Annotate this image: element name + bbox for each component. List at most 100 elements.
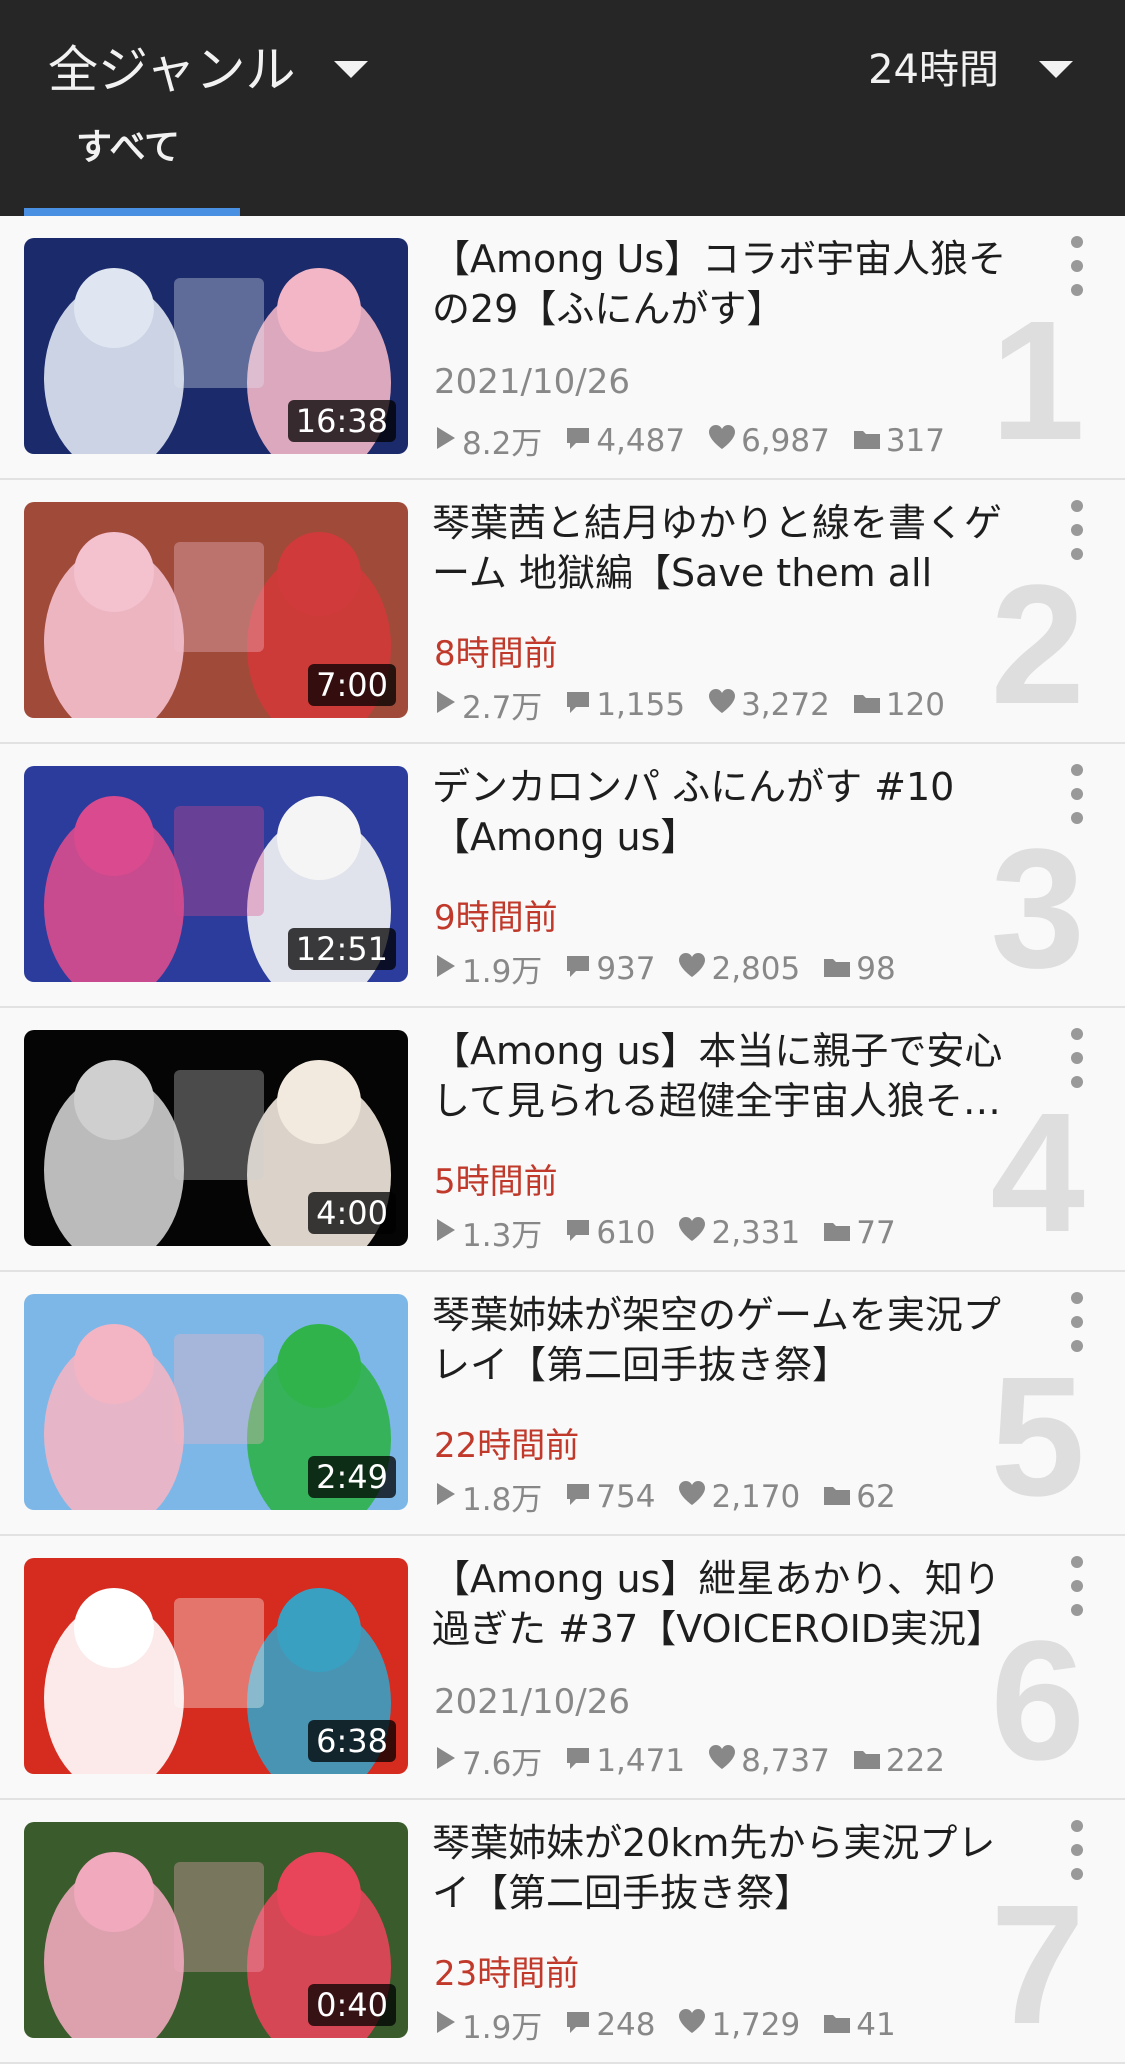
view-count-value: 1.3万	[462, 1218, 543, 1254]
folder-icon	[852, 687, 886, 723]
video-duration: 2:49	[308, 1456, 396, 1498]
video-duration: 6:38	[308, 1720, 396, 1762]
rank-number: 5	[990, 1342, 1085, 1532]
view-count-value: 1.9万	[462, 2010, 543, 2046]
video-title[interactable]: 【Among us】本当に親子で安心して見られる超健全宇宙人狼そ…	[432, 1026, 1032, 1126]
video-row[interactable]: 7:00 琴葉茜と結月ゆかりと線を書くゲーム 地獄編【Save them all…	[0, 480, 1125, 744]
video-thumbnail[interactable]: 0:40	[24, 1822, 408, 2038]
folder-icon	[822, 1479, 856, 1515]
comment-icon	[564, 951, 596, 987]
video-stats: 8.2万 4,487 6,987 317	[434, 418, 967, 463]
folder-icon	[822, 2007, 856, 2043]
comment-count: 937	[564, 951, 655, 987]
folder-icon	[852, 423, 886, 459]
video-title[interactable]: 【Among us】紲星あかり、知り過ぎた #37【VOICEROID実況】	[432, 1554, 1032, 1654]
video-thumbnail[interactable]: 7:00	[24, 502, 408, 718]
like-count: 1,729	[677, 2007, 800, 2043]
tab-all[interactable]: すべて	[76, 118, 180, 170]
rank-number: 7	[990, 1870, 1085, 2060]
play-icon	[434, 1215, 462, 1251]
comment-count: 1,471	[564, 1743, 685, 1779]
comment-count-value: 754	[596, 1478, 656, 1515]
heart-icon	[677, 2007, 711, 2043]
like-count: 6,987	[707, 423, 830, 459]
comment-count-value: 1,471	[596, 1742, 686, 1779]
rank-number: 2	[990, 550, 1085, 740]
comment-count-value: 937	[596, 950, 656, 987]
folder-icon	[852, 1743, 886, 1779]
view-count: 1.3万	[434, 1210, 542, 1255]
view-count-value: 1.9万	[462, 954, 543, 990]
video-posted-date: 8時間前	[434, 634, 558, 674]
mylist-count: 41	[822, 2006, 896, 2043]
comment-count: 1,155	[564, 687, 685, 723]
comment-count: 610	[564, 1215, 655, 1251]
mylist-count-value: 41	[856, 2006, 896, 2043]
comment-icon	[564, 687, 596, 723]
video-thumbnail[interactable]: 16:38	[24, 238, 408, 454]
mylist-count: 77	[822, 1215, 896, 1251]
video-stats: 1.3万 610 2,331 77	[434, 1210, 918, 1255]
video-stats: 1.9万 248 1,729 41	[434, 2002, 918, 2047]
more-options-icon[interactable]	[1071, 1028, 1085, 1088]
like-count-value: 3,272	[741, 686, 830, 723]
video-stats: 1.9万 937 2,805 98	[434, 946, 918, 991]
comment-count-value: 610	[596, 1214, 656, 1251]
chevron-down-icon	[1039, 60, 1073, 78]
view-count: 1.8万	[434, 1474, 542, 1519]
view-count: 2.7万	[434, 682, 542, 727]
heart-icon	[707, 1743, 741, 1779]
video-thumbnail[interactable]: 2:49	[24, 1294, 408, 1510]
video-thumbnail[interactable]: 6:38	[24, 1558, 408, 1774]
like-count-value: 2,331	[711, 1214, 801, 1251]
view-count-value: 1.8万	[462, 1482, 543, 1518]
more-options-icon[interactable]	[1071, 236, 1085, 296]
like-count: 2,170	[677, 1479, 800, 1515]
video-thumbnail[interactable]: 4:00	[24, 1030, 408, 1246]
more-options-icon[interactable]	[1071, 1292, 1085, 1352]
video-row[interactable]: 12:51 デンカロンパ ふにんがす #10【Among us】 3 9時間前 …	[0, 744, 1125, 1008]
video-duration: 7:00	[308, 664, 396, 706]
video-stats: 7.6万 1,471 8,737 222	[434, 1738, 967, 1783]
play-icon	[434, 2007, 462, 2043]
mylist-count: 120	[852, 687, 945, 723]
ranking-header: 全ジャンル 24時間 すべて	[0, 0, 1125, 216]
more-options-icon[interactable]	[1071, 1820, 1085, 1880]
video-title[interactable]: 琴葉姉妹が20km先から実況プレイ【第二回手抜き祭】	[432, 1818, 1032, 1918]
video-duration: 0:40	[308, 1984, 396, 2026]
video-posted-date: 9時間前	[434, 898, 558, 938]
rank-number: 4	[990, 1078, 1085, 1268]
more-options-icon[interactable]	[1071, 500, 1085, 560]
folder-icon	[822, 951, 856, 987]
comment-count: 4,487	[564, 423, 685, 459]
comment-count: 248	[564, 2007, 655, 2043]
video-row[interactable]: 6:38 【Among us】紲星あかり、知り過ぎた #37【VOICEROID…	[0, 1536, 1125, 1800]
video-row[interactable]: 0:40 琴葉姉妹が20km先から実況プレイ【第二回手抜き祭】 7 23時間前 …	[0, 1800, 1125, 2064]
view-count: 1.9万	[434, 946, 542, 991]
video-title[interactable]: 琴葉姉妹が架空のゲームを実況プレイ【第二回手抜き祭】	[432, 1290, 1032, 1390]
mylist-count: 62	[822, 1479, 896, 1515]
play-icon	[434, 951, 462, 987]
play-icon	[434, 423, 462, 459]
video-row[interactable]: 16:38 【Among Us】コラボ宇宙人狼その29【ふにんがす】 1 202…	[0, 216, 1125, 480]
video-duration: 12:51	[287, 928, 396, 970]
genre-dropdown[interactable]: 全ジャンル	[48, 28, 368, 104]
mylist-count: 317	[852, 423, 945, 459]
heart-icon	[677, 1215, 711, 1251]
video-stats: 2.7万 1,155 3,272 120	[434, 682, 967, 727]
heart-icon	[707, 687, 741, 723]
comment-count-value: 1,155	[596, 686, 686, 723]
video-thumbnail[interactable]: 12:51	[24, 766, 408, 982]
video-row[interactable]: 2:49 琴葉姉妹が架空のゲームを実況プレイ【第二回手抜き祭】 5 22時間前 …	[0, 1272, 1125, 1536]
video-title[interactable]: 【Among Us】コラボ宇宙人狼その29【ふにんがす】	[432, 234, 1032, 334]
more-options-icon[interactable]	[1071, 1556, 1085, 1616]
video-title[interactable]: 琴葉茜と結月ゆかりと線を書くゲーム 地獄編【Save them all #3…	[432, 498, 1032, 598]
video-posted-date: 2021/10/26	[434, 362, 630, 402]
video-row[interactable]: 4:00 【Among us】本当に親子で安心して見られる超健全宇宙人狼そ… 4…	[0, 1008, 1125, 1272]
view-count: 7.6万	[434, 1738, 542, 1783]
video-title[interactable]: デンカロンパ ふにんがす #10【Among us】	[432, 762, 1032, 862]
more-options-icon[interactable]	[1071, 764, 1085, 824]
video-posted-date: 2021/10/26	[434, 1682, 630, 1722]
period-dropdown[interactable]: 24時間	[868, 28, 1073, 104]
heart-icon	[677, 951, 711, 987]
